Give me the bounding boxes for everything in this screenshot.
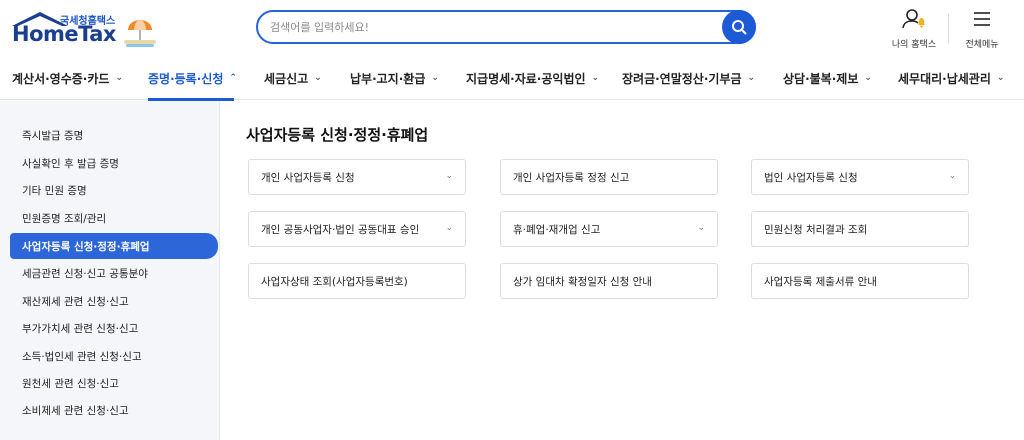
sidebar-item-label: 민원증명 조회/관리 [22, 212, 107, 225]
header: 국세청홈택스 HomeTax 나의 홈택스 [0, 0, 1024, 56]
card-label: 개인 사업자등록 정정 신고 [513, 171, 630, 184]
card-label: 민원신청 처리결과 조회 [764, 223, 868, 236]
logo-title: HomeTax [12, 22, 116, 46]
card-result-inquiry[interactable]: 민원신청 처리결과 조회 [751, 211, 969, 247]
chevron-down-icon: ⌄ [996, 73, 1005, 83]
menu-icon [974, 12, 990, 26]
search-button[interactable] [722, 10, 756, 44]
nav-item-label: 세무대리·납세관리 [898, 71, 991, 86]
card-label: 사업자등록 제출서류 안내 [764, 275, 877, 288]
card-label: 개인 공동사업자·법인 공동대표 승인 [261, 223, 420, 236]
sidebar-item-fact-cert[interactable]: 사실확인 후 발급 증명 [0, 150, 218, 176]
chevron-down-icon: ⌄ [115, 73, 123, 83]
nav-item-payment[interactable]: 납부·고지·환급 ⌄ [350, 56, 439, 100]
card-status-inquiry[interactable]: 사업자상태 조회(사업자등록번호) [248, 263, 466, 299]
hometax-logo[interactable]: 국세청홈택스 HomeTax [10, 10, 160, 50]
page-title: 사업자등록 신청·정정·휴폐업 [246, 126, 429, 144]
card-joint-approval[interactable]: 개인 공동사업자·법인 공동대표 승인 ⌄ [248, 211, 466, 247]
all-menu-button[interactable]: 전체메뉴 [952, 8, 1012, 50]
sidebar-item-vat[interactable]: 부가가치세 관련 신청·신고 [0, 315, 218, 341]
card-label: 개인 사업자등록 신청 [261, 171, 355, 184]
nav-item-label: 상담·불복·제보 [783, 71, 859, 86]
card-label: 사업자상태 조회(사업자등록번호) [261, 275, 408, 288]
beach-umbrella-icon [124, 20, 156, 47]
sidebar-item-label: 사업자등록 신청·정정·휴폐업 [22, 240, 150, 253]
card-individual-correction[interactable]: 개인 사업자등록 정정 신고 [500, 159, 718, 195]
sidebar-item-label: 재산제세 관련 신청·신고 [22, 295, 129, 308]
sidebar-item-withholding-tax[interactable]: 원천세 관련 신청·신고 [0, 370, 218, 396]
nav-item-tax-agent[interactable]: 세무대리·납세관리 ⌄ [898, 56, 1004, 100]
sidebar-item-instant-cert[interactable]: 즉시발급 증명 [0, 122, 218, 148]
chevron-up-icon: ⌃ [229, 73, 237, 83]
nav-item-receipts-cards[interactable]: 계산서·영수증·카드 ⌄ [12, 56, 123, 100]
chevron-down-icon: ⌄ [747, 73, 756, 83]
chevron-down-icon: ⌄ [697, 223, 705, 233]
sidebar-item-label: 기타 민원 증명 [22, 184, 87, 197]
search-bar [256, 10, 756, 44]
search-input[interactable] [270, 18, 710, 36]
sidebar-item-label: 소비제세 관련 신청·신고 [22, 404, 129, 417]
utility-divider [948, 14, 949, 44]
card-closure-report[interactable]: 휴·폐업·재개업 신고 ⌄ [500, 211, 718, 247]
my-hometax-label: 나의 홈택스 [891, 40, 937, 50]
my-hometax-icon [902, 9, 925, 29]
nav-item-label: 납부·고지·환급 [350, 71, 426, 86]
card-label: 휴·폐업·재개업 신고 [513, 223, 601, 236]
nav-item-certificates[interactable]: 증명·등록·신청 ⌃ [148, 56, 237, 100]
nav-item-label: 세금신고 [264, 71, 309, 86]
sidebar-item-label: 사실확인 후 발급 증명 [22, 157, 119, 170]
card-label: 상가 임대차 확정일자 신청 안내 [513, 275, 652, 288]
nav-item-label: 증명·등록·신청 [148, 71, 224, 86]
sidebar-item-label: 소득·법인세 관련 신청·신고 [22, 350, 142, 363]
chevron-down-icon: ⌄ [431, 73, 439, 83]
card-documents-guide[interactable]: 사업자등록 제출서류 안내 [751, 263, 969, 299]
sidebar-item-label: 부가가치세 관련 신청·신고 [22, 322, 139, 335]
nav-item-statements[interactable]: 지급명세·자료·공익법인 ⌄ [466, 56, 599, 100]
nav-item-consultation[interactable]: 상담·불복·제보 ⌄ [783, 56, 872, 100]
chevron-down-icon: ⌄ [948, 171, 956, 181]
nav-item-tax-filing[interactable]: 세금신고 ⌄ [264, 56, 322, 100]
chevron-down-icon: ⌄ [864, 73, 872, 83]
nav-item-label: 장려금·연말정산·기부금 [622, 71, 742, 86]
nav-item-incentives[interactable]: 장려금·연말정산·기부금 ⌄ [622, 56, 755, 100]
nav-item-label: 계산서·영수증·카드 [12, 71, 110, 86]
chevron-down-icon: ⌄ [314, 73, 322, 83]
chevron-down-icon: ⌄ [445, 223, 453, 233]
chevron-down-icon: ⌄ [591, 73, 600, 83]
sidebar-item-cert-manage[interactable]: 민원증명 조회/관리 [0, 205, 218, 231]
card-corporate-registration[interactable]: 법인 사업자등록 신청 ⌄ [751, 159, 969, 195]
chevron-down-icon: ⌄ [445, 171, 453, 181]
nav-item-label: 지급명세·자료·공익법인 [466, 71, 586, 86]
sidebar-item-consumption-tax[interactable]: 소비제세 관련 신청·신고 [0, 397, 218, 423]
card-individual-registration[interactable]: 개인 사업자등록 신청 ⌄ [248, 159, 466, 195]
sidebar-item-business-registration[interactable]: 사업자등록 신청·정정·휴폐업 [10, 233, 218, 259]
search-icon [732, 20, 747, 35]
sidebar-item-label: 세금관련 신청·신고 공통분야 [22, 267, 148, 280]
sidebar-item-label: 원천세 관련 신청·신고 [22, 377, 119, 390]
sidebar-item-label: 즉시발급 증명 [22, 129, 84, 142]
all-menu-label: 전체메뉴 [965, 40, 999, 50]
card-label: 법인 사업자등록 신청 [764, 171, 858, 184]
main-nav: 계산서·영수증·카드 ⌄ 증명·등록·신청 ⌃ 세금신고 ⌄ 납부·고지·환급 ⌄ 지급… [0, 56, 1024, 100]
sidebar-item-other-cert[interactable]: 기타 민원 증명 [0, 177, 218, 203]
sidebar-item-property-tax[interactable]: 재산제세 관련 신청·신고 [0, 288, 218, 314]
sidebar-item-common-tax[interactable]: 세금관련 신청·신고 공통분야 [0, 260, 218, 286]
sidebar: 즉시발급 증명 사실확인 후 발급 증명 기타 민원 증명 민원증명 조회/관리… [0, 101, 220, 440]
card-lease-date-guide[interactable]: 상가 임대차 확정일자 신청 안내 [500, 263, 718, 299]
sidebar-item-income-corp-tax[interactable]: 소득·법인세 관련 신청·신고 [0, 343, 218, 369]
my-hometax-button[interactable]: 나의 홈택스 [884, 8, 944, 50]
